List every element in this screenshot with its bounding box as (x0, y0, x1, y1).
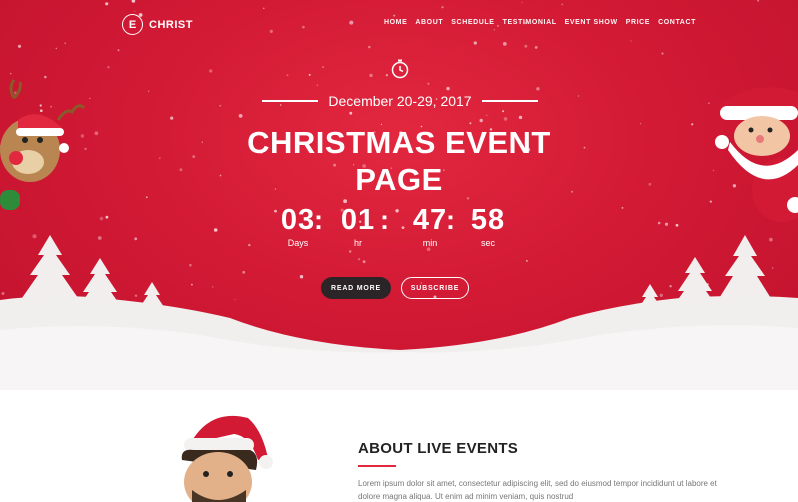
santa-illustration (715, 87, 798, 222)
subscribe-button[interactable]: SUBSCRIBE (401, 277, 469, 299)
date-divider-left (262, 100, 318, 102)
date-divider-right (481, 100, 538, 102)
about-title-underline (358, 465, 396, 467)
main-nav: HOME ABOUT SCHEDULE TESTIMONIAL EVENT SH… (384, 19, 696, 26)
hero-title-line-1: CHRISTMAS EVENT (247, 125, 551, 160)
countdown-minutes-label: min (422, 238, 438, 248)
about-text: Lorem ipsum dolor sit amet, consectetur … (358, 479, 717, 501)
read-more-button[interactable]: READ MORE (321, 277, 391, 299)
logo[interactable]: E CHRIST (122, 14, 193, 35)
countdown-separator: : (314, 205, 323, 235)
nav-home[interactable]: HOME (384, 19, 407, 26)
about-title: ABOUT LIVE EVENTS (358, 440, 519, 457)
countdown-hours: 01 hr (328, 204, 388, 248)
about-section: ABOUT LIVE EVENTS Lorem ipsum dolor sit … (0, 390, 798, 502)
santa-hat-man-photo (181, 415, 273, 502)
countdown-separator: : (380, 205, 389, 235)
nav-schedule[interactable]: SCHEDULE (451, 19, 494, 26)
countdown-seconds-value: 58 (470, 204, 506, 236)
clock-icon (391, 59, 409, 79)
countdown-seconds: 58 sec (458, 204, 518, 248)
nav-price[interactable]: PRICE (626, 19, 650, 26)
countdown-seconds-label: sec (480, 238, 495, 248)
nav-about[interactable]: ABOUT (415, 19, 443, 26)
event-date-row: December 20-29, 2017 (262, 93, 538, 109)
countdown-hours-label: hr (353, 238, 362, 248)
logo-mark: E (122, 14, 143, 35)
nav-event-show[interactable]: EVENT SHOW (565, 19, 618, 26)
countdown-hours-value: 01 (340, 204, 376, 236)
nav-contact[interactable]: CONTACT (658, 19, 696, 26)
nav-testimonial[interactable]: TESTIMONIAL (503, 19, 557, 26)
hero-title-line-2: PAGE (355, 162, 443, 197)
hero-section: E CHRIST HOME ABOUT SCHEDULE TESTIMONIAL… (0, 0, 798, 390)
hero-title: CHRISTMAS EVENT PAGE (199, 124, 599, 198)
logo-text: CHRIST (149, 18, 193, 31)
reindeer-illustration (0, 79, 86, 210)
event-date: December 20-29, 2017 (328, 93, 472, 109)
countdown-separator: : (446, 205, 455, 235)
countdown-days-label: Days (287, 238, 309, 248)
countdown-timer: 03 Days : 01 hr : 47 min : 58 sec (268, 204, 530, 254)
